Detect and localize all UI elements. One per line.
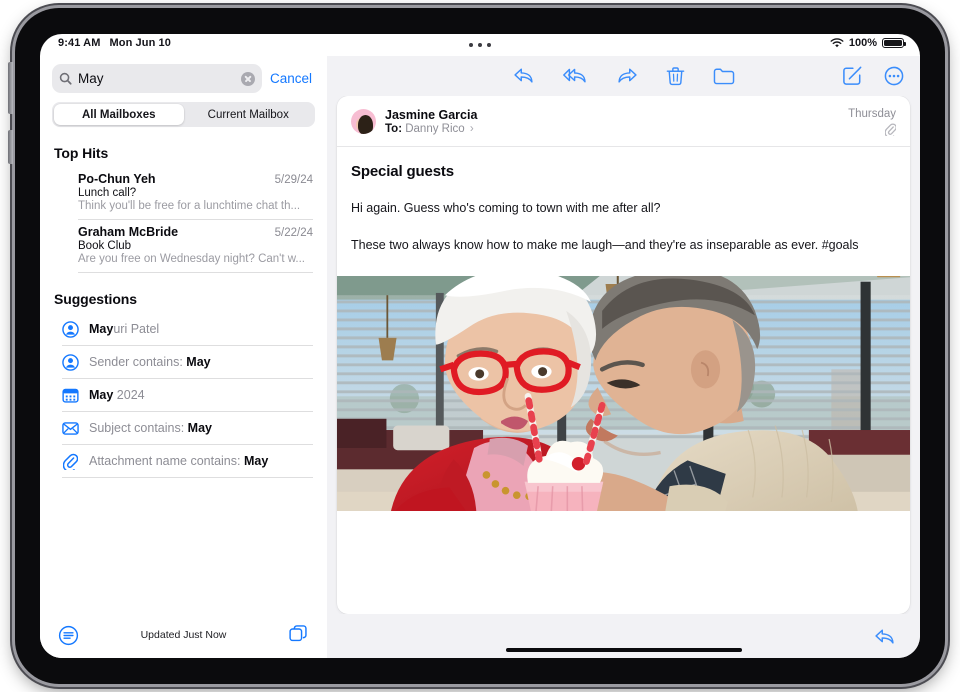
message-detail-pane: Jasmine Garcia To: Danny Rico › Thursday <box>327 56 920 658</box>
more-ellipsis-circle-icon[interactable] <box>884 66 904 86</box>
suggestion-label: Subject contains: May <box>89 421 212 435</box>
reply-all-arrow-icon[interactable] <box>563 66 588 85</box>
message-card: Jasmine Garcia To: Danny Rico › Thursday <box>337 96 910 614</box>
table-row[interactable]: Po-Chun Yeh 5/29/24 Lunch call? Think yo… <box>40 167 327 219</box>
suggestion-label: May 2024 <box>89 388 145 402</box>
paperclip-icon <box>62 453 79 470</box>
message-date: Thursday <box>848 108 896 120</box>
search-sidebar: May Cancel All Mailboxes Current Mailbox… <box>40 56 327 658</box>
message-recipient-line[interactable]: To: Danny Rico › <box>385 123 848 135</box>
to-label: To: <box>385 123 402 135</box>
contact-person-icon <box>62 354 79 371</box>
message-paragraph-2: These two always know how to make me lau… <box>351 236 896 254</box>
cancel-button[interactable]: Cancel <box>270 71 315 86</box>
hit-preview: Are you free on Wednesday night? Can't w… <box>78 253 313 265</box>
diner-couple-milkshake-photo <box>337 276 910 511</box>
suggestion-label: Attachment name contains: May <box>89 454 268 468</box>
forward-arrow-icon[interactable] <box>616 66 638 85</box>
message-toolbar-right-actions <box>842 66 904 86</box>
chevron-right-icon: › <box>470 123 474 135</box>
sidebar-scroll-area[interactable]: Top Hits Po-Chun Yeh 5/29/24 Lunch call?… <box>40 127 327 612</box>
hit-sender: Po-Chun Yeh <box>78 172 275 186</box>
message-recipient: Danny Rico <box>405 123 464 135</box>
split-view: May Cancel All Mailboxes Current Mailbox… <box>40 56 920 658</box>
folder-icon[interactable] <box>713 66 735 85</box>
search-field[interactable]: May <box>52 64 262 93</box>
top-hits-header: Top Hits <box>40 127 327 167</box>
suggestion-match: May <box>89 388 113 402</box>
hit-date: 5/29/24 <box>275 174 313 186</box>
message-header-text: Jasmine Garcia To: Danny Rico › <box>385 108 848 135</box>
suggestion-label: Sender contains: May <box>89 355 211 369</box>
message-body: Special guests Hi again. Guess who's com… <box>337 147 910 254</box>
contact-person-icon <box>62 321 79 338</box>
envelope-icon <box>62 420 79 437</box>
battery-icon <box>882 38 904 48</box>
avatar <box>351 109 376 134</box>
reply-arrow-icon[interactable] <box>513 66 535 85</box>
sidebar-footer-toolbar: Updated Just Now <box>40 612 327 658</box>
message-subject: Special guests <box>351 163 896 180</box>
message-toolbar <box>327 56 920 96</box>
scope-current-mailbox-tab[interactable]: Current Mailbox <box>184 104 314 125</box>
list-item[interactable]: Subject contains: May <box>40 412 327 444</box>
paperclip-icon <box>885 123 896 136</box>
table-row[interactable]: Graham McBride 5/22/24 Book Club Are you… <box>40 220 327 272</box>
magnifier-icon <box>59 72 72 85</box>
message-photo[interactable] <box>337 276 910 511</box>
message-sender: Jasmine Garcia <box>385 108 848 122</box>
suggestion-match: May <box>244 454 268 468</box>
wifi-icon <box>830 38 844 49</box>
ipad-device-frame: 9:41 AMMon Jun 10 100% <box>15 8 945 684</box>
list-item[interactable]: Attachment name contains: May <box>40 445 327 477</box>
home-indicator[interactable] <box>327 648 920 653</box>
ipad-screen: 9:41 AMMon Jun 10 100% <box>40 34 920 658</box>
list-item[interactable]: Mayuri Patel <box>40 313 327 345</box>
hit-subject: Book Club <box>78 240 313 252</box>
hit-date: 5/22/24 <box>275 227 313 239</box>
message-card-wrapper: Jasmine Garcia To: Danny Rico › Thursday <box>327 96 920 614</box>
message-header[interactable]: Jasmine Garcia To: Danny Rico › Thursday <box>337 96 910 146</box>
mailbox-scope-segmented-control[interactable]: All Mailboxes Current Mailbox <box>52 102 315 127</box>
divider <box>62 477 313 478</box>
hit-subject: Lunch call? <box>78 187 313 199</box>
message-toolbar-actions <box>327 66 920 86</box>
message-footer-toolbar <box>327 614 920 658</box>
search-row: May Cancel <box>40 56 327 93</box>
list-item[interactable]: May 2024 <box>40 379 327 411</box>
suggestion-match: May <box>186 355 210 369</box>
list-item[interactable]: Sender contains: May <box>40 346 327 378</box>
hit-preview: Think you'll be free for a lunchtime cha… <box>78 200 313 212</box>
hit-sender: Graham McBride <box>78 225 275 239</box>
search-input[interactable]: May <box>78 71 235 86</box>
message-paragraph-1: Hi again. Guess who's coming to town wit… <box>351 199 896 217</box>
scope-all-mailboxes-tab[interactable]: All Mailboxes <box>54 104 184 125</box>
suggestion-match: May <box>89 322 113 336</box>
reply-arrow-icon[interactable] <box>874 627 896 646</box>
suggestion-label: Mayuri Patel <box>89 322 159 336</box>
suggestions-list: Mayuri Patel Sender contains: May May 2024… <box>40 313 327 478</box>
screenshot-stage: 9:41 AMMon Jun 10 100% <box>0 0 960 692</box>
message-attachment-indicator <box>848 123 896 136</box>
suggestion-match: May <box>188 421 212 435</box>
status-bar-right: 100% <box>830 37 904 49</box>
message-header-meta: Thursday <box>848 108 896 136</box>
compose-pencil-square-icon[interactable] <box>842 66 862 86</box>
battery-percent-label: 100% <box>849 37 877 49</box>
calendar-icon <box>62 387 79 404</box>
mailbox-update-status: Updated Just Now <box>40 629 327 641</box>
clear-circle-icon[interactable] <box>241 72 255 86</box>
trash-icon[interactable] <box>666 66 685 86</box>
status-bar: 9:41 AMMon Jun 10 100% <box>40 34 920 56</box>
suggestions-header: Suggestions <box>40 273 327 313</box>
multitasking-dots-icon[interactable] <box>40 43 920 47</box>
